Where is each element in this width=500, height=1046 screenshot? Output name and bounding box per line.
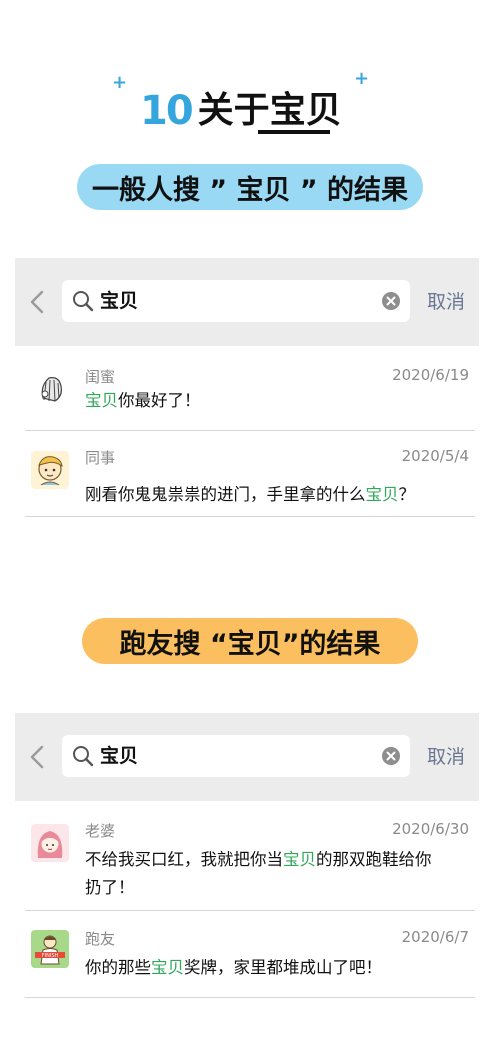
list-item[interactable]: 老婆 2020/6/30 不给我买口红，我就把你当宝贝的那双跑鞋给你扔了！: [27, 816, 475, 908]
search-icon: [73, 746, 94, 767]
divider: [25, 516, 475, 517]
list-item[interactable]: FINISH 跑友 2020/6/7 你的那些宝贝奖牌，家里都堆成山了吧！: [27, 924, 475, 994]
msg-after: 你最好了！: [118, 391, 201, 410]
avatar: [31, 824, 69, 862]
section1-label-pill: 一般人搜 ” 宝贝 ” 的结果: [77, 164, 423, 210]
msg-keyword: 宝贝: [283, 850, 316, 869]
search-input[interactable]: 宝贝: [62, 280, 410, 322]
search-query: 宝贝: [100, 745, 139, 767]
msg-before: 刚看你鬼鬼祟祟的进门，手里拿的什么: [85, 485, 366, 504]
message-text: 你的那些宝贝奖牌，家里都堆成山了吧！: [85, 954, 471, 982]
msg-after-line2: 扔了！: [85, 878, 135, 897]
message-text: 宝贝你最好了！: [85, 387, 471, 415]
back-chevron-icon[interactable]: [29, 745, 45, 769]
section2-label-pill: 跑友搜 “宝贝”的结果: [82, 618, 418, 664]
msg-keyword: 宝贝: [85, 391, 118, 410]
title-underline: [258, 130, 330, 134]
divider: [25, 997, 475, 998]
message-date: 2020/6/19: [392, 366, 469, 384]
title-number: 10: [140, 88, 194, 134]
search-input[interactable]: 宝贝: [62, 735, 410, 777]
clear-icon[interactable]: [382, 292, 400, 310]
divider: [25, 910, 475, 911]
title-prefix: 关于: [197, 90, 270, 131]
cancel-button[interactable]: 取消: [427, 258, 465, 346]
back-chevron-icon[interactable]: [29, 290, 45, 314]
avatar: FINISH: [31, 930, 69, 968]
search-query: 宝贝: [100, 290, 139, 312]
message-date: 2020/5/4: [401, 447, 469, 465]
avatar: [31, 451, 69, 489]
msg-after: ？: [398, 485, 416, 504]
contact-name: 跑友: [85, 930, 116, 948]
message-text: 刚看你鬼鬼祟祟的进门，手里拿的什么宝贝？: [85, 481, 471, 509]
list-item[interactable]: 闺蜜 2020/6/19 宝贝你最好了！: [27, 362, 475, 428]
divider: [25, 430, 475, 431]
msg-after: 的那双跑鞋给你: [316, 850, 432, 869]
svg-text:FINISH: FINISH: [42, 953, 59, 959]
msg-after: 奖牌，家里都堆成山了吧！: [184, 958, 382, 977]
message-date: 2020/6/7: [401, 928, 469, 946]
plus-icon-left: +: [112, 72, 128, 93]
title-highlight: 宝贝: [269, 90, 342, 131]
contact-name: 老婆: [85, 822, 116, 840]
msg-keyword: 宝贝: [365, 485, 399, 504]
clear-icon[interactable]: [382, 747, 400, 765]
page-title: 10 关于 宝贝: [140, 82, 342, 134]
contact-name: 同事: [85, 449, 116, 467]
cancel-button[interactable]: 取消: [427, 713, 465, 801]
search-bar-1: 宝贝 取消: [15, 258, 479, 346]
search-bar-2: 宝贝 取消: [15, 713, 479, 801]
avatar: [31, 368, 69, 406]
plus-icon-right: +: [354, 68, 370, 89]
contact-name: 闺蜜: [85, 368, 116, 386]
msg-before: 不给我买口红，我就把你当: [85, 850, 283, 869]
message-date: 2020/6/30: [392, 820, 469, 838]
message-text: 不给我买口红，我就把你当宝贝的那双跑鞋给你扔了！: [85, 846, 471, 902]
msg-keyword: 宝贝: [151, 958, 184, 977]
search-icon: [73, 291, 94, 312]
list-item[interactable]: 同事 2020/5/4 刚看你鬼鬼祟祟的进门，手里拿的什么宝贝？: [27, 443, 475, 513]
msg-before: 你的那些: [85, 958, 151, 977]
